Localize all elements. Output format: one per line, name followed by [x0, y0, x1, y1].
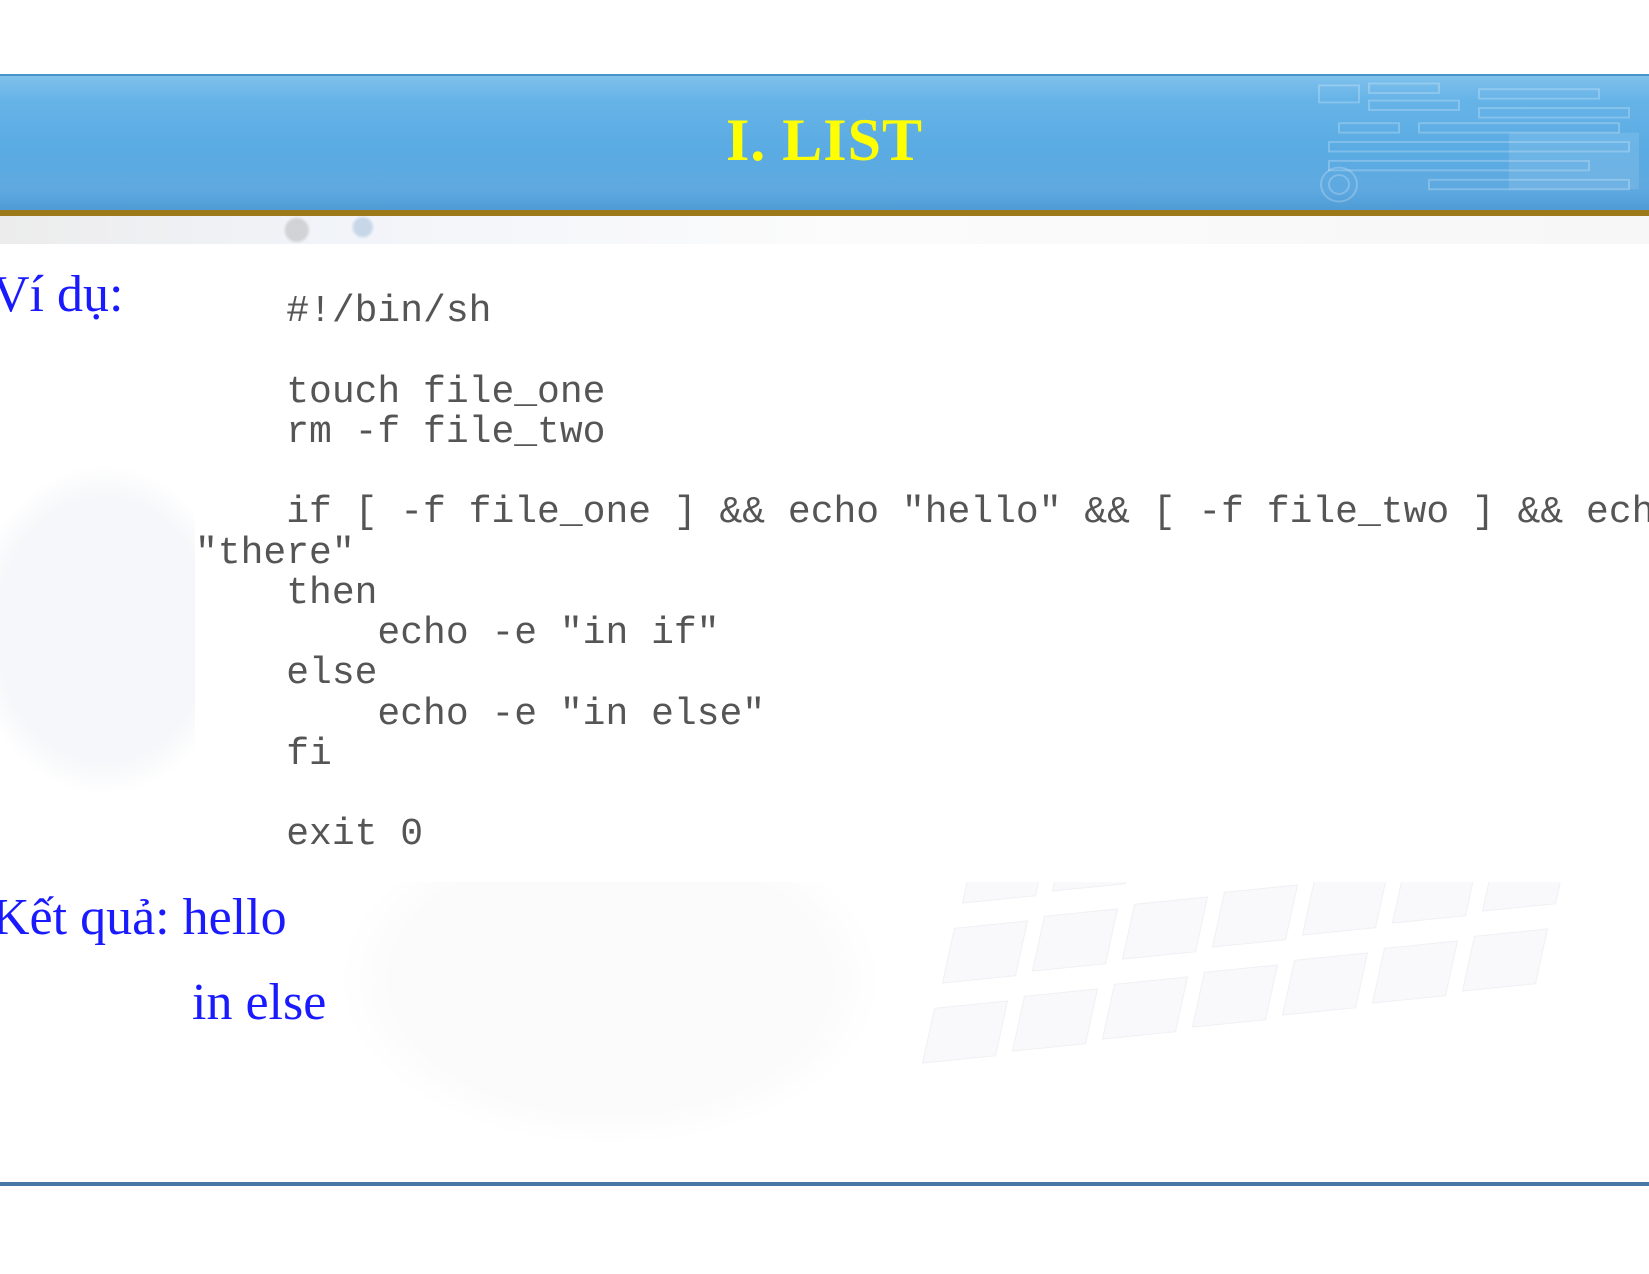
header-decoration — [1309, 76, 1649, 210]
header-photo-strip — [0, 216, 1649, 244]
result-value-2: in else — [192, 973, 326, 1032]
example-label: Ví dụ: — [0, 265, 131, 324]
result-label: Kết quả: — [0, 889, 170, 946]
result-block: Kết quả: hello in else — [0, 888, 326, 1032]
result-value-1: hello — [183, 889, 287, 946]
header-bar: I. LIST — [0, 74, 1649, 216]
footer-divider — [0, 1182, 1649, 1186]
result-line-1: Kết quả: hello — [0, 888, 326, 947]
code-block: #!/bin/sh touch file_one rm -f file_two … — [195, 286, 1649, 882]
